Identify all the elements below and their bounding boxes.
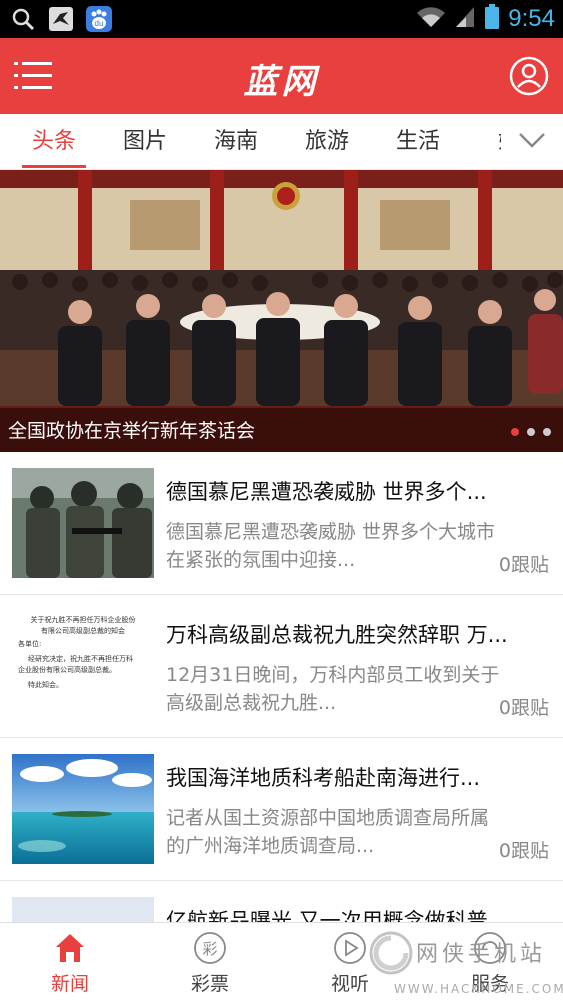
news-item[interactable]: 德国慕尼黑遭恐袭威胁 世界多个... 德国慕尼黑遭恐袭威胁 世界多个大城市 在紧…	[0, 452, 563, 595]
news-summary-line: 12月31日晚间，万科内部员工收到关于	[166, 664, 500, 686]
news-thumbnail	[12, 754, 154, 864]
news-list: 德国慕尼黑遭恐袭威胁 世界多个... 德国慕尼黑遭恐袭威胁 世界多个大城市 在紧…	[0, 452, 563, 1002]
category-tabs: 头条 图片 海南 旅游 生活 娱	[0, 114, 563, 170]
watermark-logo-icon	[369, 931, 413, 975]
doc-text: 各单位:	[18, 640, 42, 648]
news-title: 我国海洋地质科考船赴南海进行...	[166, 766, 481, 790]
tab-hainan[interactable]: 海南	[190, 114, 282, 169]
reply-count: 0跟贴	[492, 836, 549, 863]
tab-headlines[interactable]: 头条	[8, 114, 100, 169]
news-summary-line: 记者从国土资源部中国地质调查局所属	[166, 807, 490, 829]
news-summary-line: 德国慕尼黑遭恐袭威胁 世界多个大城市	[166, 521, 496, 543]
tab-pictures[interactable]: 图片	[99, 114, 191, 169]
news-thumbnail: 关于祝九胜不再担任万科企业股份 有限公司高级副总裁的知会 各单位: 经研究决定，…	[12, 611, 154, 721]
status-time: 9:54	[508, 5, 555, 32]
news-item[interactable]: 我国海洋地质科考船赴南海进行... 记者从国土资源部中国地质调查局所属 的广州海…	[0, 738, 563, 881]
chevron-down-icon	[518, 131, 546, 153]
banner-dot-2[interactable]	[527, 428, 535, 436]
svg-text:du: du	[95, 19, 104, 28]
user-icon[interactable]	[509, 56, 549, 96]
banner-pagination	[511, 428, 551, 436]
app-header: 蓝网	[0, 38, 563, 114]
tab-travel[interactable]: 旅游	[281, 114, 373, 169]
nav-label: 新闻	[50, 973, 89, 995]
nav-lottery[interactable]: 彩 彩票	[140, 923, 280, 1002]
reply-count: 0跟贴	[492, 693, 549, 720]
status-bar: du 9:54	[0, 0, 563, 38]
doc-text: 企业股份有限公司高级副总裁。	[18, 666, 116, 674]
news-thumbnail	[12, 468, 154, 578]
home-icon	[53, 931, 87, 965]
bird-icon	[48, 6, 74, 32]
svg-text:彩: 彩	[202, 940, 217, 958]
banner-caption-bar: 全国政协在京举行新年茶话会	[0, 408, 563, 452]
tab-life[interactable]: 生活	[372, 114, 464, 169]
watermark: 网侠手机站 WWW.HACKHOME.COM	[368, 928, 563, 1002]
headline-banner[interactable]: 全国政协在京举行新年茶话会	[0, 170, 563, 452]
baidu-icon: du	[86, 6, 112, 32]
reply-count: 0跟贴	[492, 550, 549, 577]
banner-dot-1[interactable]	[511, 428, 519, 436]
doc-text: 特此知会。	[28, 681, 63, 689]
news-title: 德国慕尼黑遭恐袭威胁 世界多个...	[166, 480, 487, 504]
doc-text: 有限公司高级副总裁的知会	[41, 627, 125, 635]
wifi-icon	[416, 5, 446, 33]
news-item[interactable]: 关于祝九胜不再担任万科企业股份 有限公司高级副总裁的知会 各单位: 经研究决定，…	[0, 595, 563, 738]
watermark-text: 网侠手机站	[416, 942, 547, 967]
nav-news[interactable]: 新闻	[0, 923, 140, 1002]
news-title: 万科高级副总裁祝九胜突然辞职 万...	[166, 623, 508, 647]
nav-label: 彩票	[190, 973, 229, 995]
doc-text: 关于祝九胜不再担任万科企业股份	[30, 616, 136, 624]
banner-dot-3[interactable]	[543, 428, 551, 436]
watermark-url: WWW.HACKHOME.COM	[394, 982, 563, 996]
app-title: 蓝网	[243, 62, 320, 102]
signal-icon	[454, 5, 476, 33]
tabs-expand-button[interactable]	[501, 114, 563, 169]
lottery-icon: 彩	[193, 931, 227, 965]
doc-text: 经研究决定，祝九胜不再担任万科	[28, 655, 133, 663]
battery-icon	[484, 4, 500, 34]
play-icon	[333, 931, 367, 965]
banner-caption: 全国政协在京举行新年茶话会	[8, 420, 256, 442]
search-icon	[10, 6, 36, 32]
